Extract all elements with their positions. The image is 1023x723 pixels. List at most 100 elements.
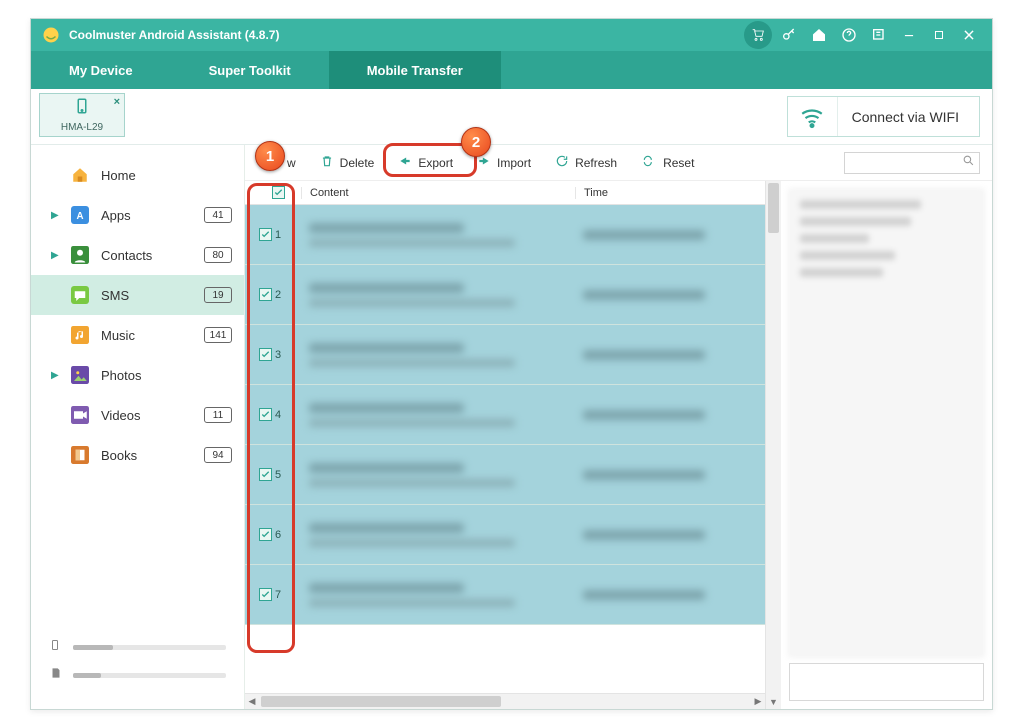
sidebar-item-photos[interactable]: ▶Photos [31,355,244,395]
row-checkbox[interactable] [259,228,272,241]
device-tab[interactable]: × HMA-L29 [39,93,125,137]
row-content [301,337,575,373]
tab-my-device[interactable]: My Device [31,51,171,89]
row-checkbox[interactable] [259,528,272,541]
app-title: Coolmuster Android Assistant (4.8.7) [69,28,279,42]
content-toolbar: w Delete Export [245,145,992,181]
sidebar-item-label: Videos [101,408,204,423]
feedback-icon[interactable] [866,22,892,48]
col-time[interactable]: Time [575,187,765,199]
table-header: Content Time [245,181,765,205]
minimize-button[interactable] [896,22,922,48]
count-badge: 19 [204,287,232,303]
preview-panel [781,181,992,709]
vscroll-thumb[interactable] [768,183,779,233]
tab-label: Super Toolkit [209,63,291,78]
sidebar-item-label: Contacts [101,248,204,263]
vscrollbar[interactable]: ▲ ▼ [765,181,781,709]
content-area: w Delete Export [245,145,992,709]
row-time [575,284,765,306]
scroll-right-icon[interactable]: ▶ [751,694,765,709]
reset-button[interactable]: Reset [629,150,706,175]
chevron-right-icon: ▶ [51,210,65,221]
table-row[interactable]: 6 [245,505,765,565]
device-close-icon[interactable]: × [114,96,120,108]
button-label: Export [418,156,453,170]
reply-input[interactable] [789,663,984,701]
sms-table: Content Time 1234567 ◀ ▶ [245,181,765,709]
cart-icon[interactable] [744,21,772,49]
row-time [575,584,765,606]
close-button[interactable] [956,22,982,48]
main-tabs: My Device Super Toolkit Mobile Transfer [31,51,992,89]
sidebar-item-label: Music [101,328,204,343]
table-wrap: Content Time 1234567 ◀ ▶ ▲ ▼ [245,181,992,709]
col-content[interactable]: Content [301,187,575,199]
tab-super-toolkit[interactable]: Super Toolkit [171,51,329,89]
refresh-button[interactable]: Refresh [543,150,629,175]
row-checkbox[interactable] [259,468,272,481]
help-icon[interactable] [836,22,862,48]
music-icon [69,324,91,346]
books-icon [69,444,91,466]
table-row[interactable]: 2 [245,265,765,325]
table-row[interactable]: 1 [245,205,765,265]
button-label: Refresh [575,156,617,170]
reset-icon [641,154,657,171]
row-checkbox[interactable] [259,288,272,301]
export-button[interactable]: Export [386,150,465,175]
export-icon [398,154,412,171]
photos-icon [69,364,91,386]
connect-wifi-button[interactable]: Connect via WIFI [787,96,980,137]
delete-button[interactable]: Delete [308,150,387,175]
row-checkbox[interactable] [259,588,272,601]
chevron-right-icon: ▶ [51,370,65,381]
sidebar-item-contacts[interactable]: ▶Contacts80 [31,235,244,275]
select-all-checkbox[interactable] [272,186,285,199]
tab-mobile-transfer[interactable]: Mobile Transfer [329,51,501,89]
count-badge: 141 [204,327,232,343]
tab-label: Mobile Transfer [367,63,463,78]
row-content [301,397,575,433]
search-input[interactable] [849,157,962,169]
row-content [301,217,575,253]
table-row[interactable]: 7 [245,565,765,625]
sidebar: Home▶AApps41▶Contacts80SMS19Music141▶Pho… [31,145,245,709]
key-icon[interactable] [776,22,802,48]
sidebar-item-sms[interactable]: SMS19 [31,275,244,315]
scroll-down-icon[interactable]: ▼ [766,695,781,709]
hscroll-thumb[interactable] [261,696,501,707]
sidebar-item-home[interactable]: Home [31,155,244,195]
sidebar-item-label: Home [101,168,232,183]
row-content [301,277,575,313]
row-content [301,457,575,493]
table-row[interactable]: 5 [245,445,765,505]
sidebar-item-apps[interactable]: ▶AApps41 [31,195,244,235]
maximize-button[interactable] [926,22,952,48]
apps-icon: A [69,204,91,226]
scroll-left-icon[interactable]: ◀ [245,694,259,709]
storage-indicator [31,627,244,709]
sidebar-item-books[interactable]: Books94 [31,435,244,475]
button-label: w [287,156,296,170]
tab-label: My Device [69,63,133,78]
chevron-right-icon: ▶ [51,250,65,261]
hscrollbar[interactable]: ◀ ▶ [245,693,765,709]
count-badge: 11 [204,407,232,423]
sidebar-item-videos[interactable]: Videos11 [31,395,244,435]
sidebar-item-music[interactable]: Music141 [31,315,244,355]
app-window: Coolmuster Android Assistant (4.8.7) My … [30,18,993,710]
button-label: Import [497,156,531,170]
table-row[interactable]: 3 [245,325,765,385]
message-preview [789,189,984,657]
sidebar-item-label: Apps [101,208,204,223]
row-checkbox[interactable] [259,408,272,421]
refresh-icon [555,154,569,171]
search-box[interactable] [844,152,980,174]
row-checkbox[interactable] [259,348,272,361]
main-area: Home▶AApps41▶Contacts80SMS19Music141▶Pho… [31,145,992,709]
table-row[interactable]: 4 [245,385,765,445]
search-icon[interactable] [962,154,975,172]
videos-icon [69,404,91,426]
home-icon[interactable] [806,22,832,48]
